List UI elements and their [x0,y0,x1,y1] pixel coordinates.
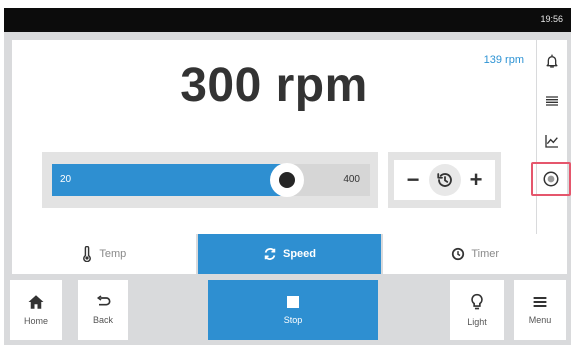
tab-temp-label: Temp [99,248,127,260]
device-screen: 19:56 139 rpm 300 rpm 20 400 − + Temp Sp… [4,8,571,345]
clock-icon [452,247,465,261]
main-panel: 139 rpm 300 rpm 20 400 − + [12,40,536,234]
home-label: Home [23,316,48,326]
slider-min-label: 20 [60,174,72,185]
setpoint-display: 300 rpm [180,59,368,112]
notifications-button[interactable] [537,44,567,78]
speed-slider-panel: 20 400 [42,152,378,208]
speed-stepper: − + [388,152,501,208]
tab-speed-label: Speed [283,248,317,260]
right-rail [531,40,571,234]
stop-button[interactable]: Stop [208,280,378,340]
reset-button[interactable] [428,164,461,196]
history-icon [436,173,452,187]
bottom-nav: Home Back Stop Light Menu [4,280,571,345]
mode-tabs: Temp Speed Timer [12,234,568,274]
lightbulb-icon [471,293,483,310]
light-label: Light [467,317,487,327]
bell-icon [546,54,558,68]
tab-timer[interactable]: Timer [383,234,568,274]
increase-button[interactable]: + [465,169,487,191]
back-button[interactable]: Back [78,280,128,340]
slider-fill [52,164,288,196]
slider-max-label: 400 [343,174,360,185]
back-label: Back [92,315,113,325]
chart-icon [545,135,558,148]
tab-speed[interactable]: Speed [197,234,382,274]
back-icon [96,295,111,306]
home-button[interactable]: Home [10,280,62,340]
menu-label: Menu [528,315,552,325]
slider-handle[interactable] [270,163,305,197]
clock-time: 19:56 [540,14,563,24]
light-button[interactable]: Light [450,280,504,340]
tab-temp[interactable]: Temp [12,234,196,274]
record-button[interactable] [531,162,571,196]
chart-button[interactable] [537,124,567,158]
stop-icon [287,296,299,308]
decrease-button[interactable]: − [402,169,424,191]
speed-slider[interactable]: 20 400 [52,163,370,197]
stop-label: Stop [283,315,303,325]
slider-handle-dot [279,172,296,188]
hamburger-menu-icon [533,297,547,307]
tab-timer-label: Timer [471,248,500,260]
stepper-controls: − + [394,160,495,200]
home-icon [28,295,44,309]
list-icon [546,96,558,106]
status-bar: 19:56 [4,8,571,32]
thermometer-icon [83,246,92,262]
refresh-icon [264,248,276,260]
list-button[interactable] [537,84,567,118]
record-icon [543,171,559,187]
menu-button[interactable]: Menu [514,280,566,340]
